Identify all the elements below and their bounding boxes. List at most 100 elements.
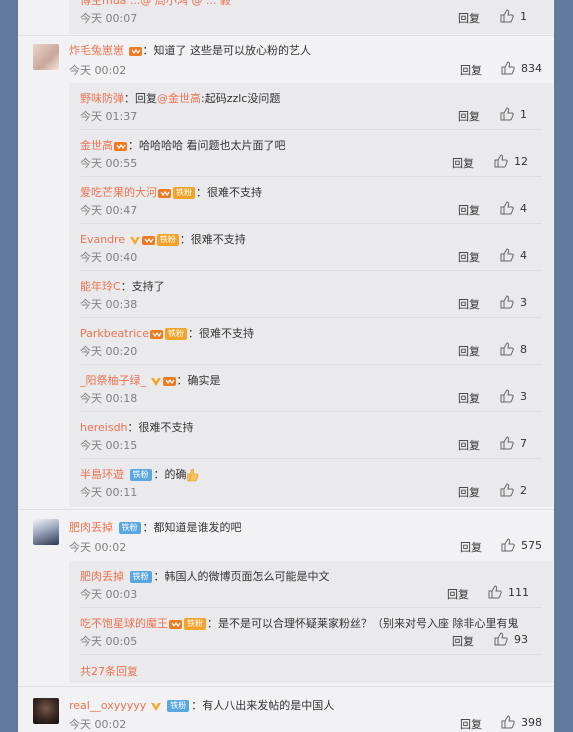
list-item: 金世高 ：哈哈哈哈 看问题也太片面了吧 今天 00:55 回复 12: [80, 130, 542, 177]
reply-button[interactable]: 回复: [460, 539, 482, 555]
reply-button[interactable]: 回复: [458, 10, 480, 26]
reply-time: 今天 00:05: [80, 635, 138, 648]
like-button[interactable]: 4: [500, 248, 527, 262]
comment-header: 肥肉丢掉 铁粉 ：都知道是谁发的吧: [69, 519, 242, 535]
like-count: 3: [520, 389, 527, 403]
reply-button[interactable]: 回复: [458, 108, 480, 124]
reply-button[interactable]: 回复: [452, 633, 474, 649]
comment-author[interactable]: 肥肉丢掉: [69, 521, 113, 534]
reply-author[interactable]: hereisdh: [80, 421, 128, 434]
reply-button[interactable]: 回复: [458, 484, 480, 500]
verified-v-icon: [150, 377, 161, 386]
vip-icon: [158, 188, 171, 198]
like-count: 12: [514, 154, 528, 168]
like-count: 111: [508, 585, 529, 599]
like-button[interactable]: 834: [501, 61, 542, 75]
reply-author[interactable]: Evandre: [80, 233, 125, 246]
reply-time: 今天 00:18: [80, 392, 138, 405]
thumbs-up-icon: [500, 201, 514, 215]
reply-button[interactable]: 回复: [458, 343, 480, 359]
reply-text: ：支持了: [120, 280, 165, 293]
avatar[interactable]: [33, 519, 59, 545]
like-button[interactable]: 2: [500, 483, 527, 497]
like-count: 7: [520, 436, 527, 450]
reply-time: 今天 00:03: [80, 588, 138, 601]
like-button[interactable]: 398: [501, 715, 542, 729]
list-item: 肥肉丢掉 铁粉 ：韩国人的微博页面怎么可能是中文 今天 00:03 回复 111: [80, 561, 542, 608]
thumbs-up-icon: [500, 9, 514, 23]
avatar[interactable]: [33, 44, 59, 70]
reply-button[interactable]: 回复: [460, 716, 482, 732]
reply-button[interactable]: 回复: [452, 155, 474, 171]
like-button[interactable]: 12: [494, 154, 528, 168]
reply-time: 今天 00:55: [80, 157, 138, 170]
vip-icon: [149, 329, 163, 339]
like-button[interactable]: 4: [500, 201, 527, 215]
like-button[interactable]: 93: [494, 632, 528, 646]
list-item: 野味防弹：回复@金世高:起码zzlc没问题 今天 01:37 回复 1: [80, 83, 542, 130]
thumbs-up-icon: [500, 342, 514, 356]
thumbs-up-icon: [501, 715, 515, 729]
comment-author[interactable]: real__oxyyyyy: [69, 699, 146, 712]
reply-button[interactable]: 回复: [458, 296, 480, 312]
list-item: 半島环遊 铁粉 ：的确 今天 00:11 回复 2: [80, 459, 542, 506]
reply-author[interactable]: 肥肉丢掉: [80, 570, 124, 583]
vip-icon: [162, 376, 176, 386]
fan-badge: 铁粉: [173, 187, 195, 199]
like-button[interactable]: 7: [500, 436, 527, 450]
list-item: 吃不饱星球的魔王 铁粉 ：是不是可以合理怀疑莱家粉丝？（别来对号入座 除非心里有鬼 …: [80, 608, 542, 655]
reply-text: ：的确: [153, 468, 187, 481]
vip-icon: [128, 46, 142, 56]
comment-time: 今天 00:02: [69, 541, 127, 554]
like-button[interactable]: 3: [500, 389, 527, 403]
comment-text: ：知道了 这些是可以放心粉的艺人: [142, 44, 312, 57]
like-button[interactable]: 1: [500, 107, 527, 121]
like-button[interactable]: 3: [500, 295, 527, 309]
reply-text: ：很难不支持: [127, 421, 194, 434]
reply-text: :起码zzlc没问题: [201, 92, 281, 105]
avatar[interactable]: [33, 698, 59, 724]
reply-author[interactable]: 野味防弹: [80, 92, 124, 105]
like-button[interactable]: 575: [501, 538, 542, 552]
reply-button[interactable]: 回复: [458, 202, 480, 218]
list-item: 爱吃芒果的大河 铁粉 ：很难不支持 今天 00:47 回复 4: [80, 177, 542, 224]
list-item: _阳祭柚子绿_ ：确实是 今天 00:18 回复 3: [80, 365, 542, 412]
reply-author[interactable]: 能年玲C: [80, 280, 121, 293]
verified-v-icon: [150, 702, 161, 711]
vip-icon: [141, 235, 155, 245]
reply-author[interactable]: _阳祭柚子绿_: [80, 374, 146, 387]
reply-time: 今天 00:47: [80, 204, 138, 217]
like-button[interactable]: 8: [500, 342, 527, 356]
reply-text: ：哈哈哈哈 看问题也太片面了吧: [128, 139, 286, 152]
comment-author[interactable]: 炸毛兔崽崽: [69, 44, 124, 57]
thumbs-up-icon: [501, 538, 515, 552]
comment-header: real__oxyyyyy 铁粉 ：有人八出来发帖的是中国人: [69, 697, 334, 713]
reply-time: 今天 00:11: [80, 486, 138, 499]
fan-badge: 铁粉: [164, 328, 187, 340]
reply-author[interactable]: 吃不饱星球的魔王: [80, 617, 168, 630]
reply-button[interactable]: 回复: [460, 62, 482, 78]
list-item: 能年玲C：支持了 今天 00:38 回复 3: [80, 271, 542, 318]
reply-button[interactable]: 回复: [458, 390, 480, 406]
fan-badge: 铁粉: [184, 618, 206, 630]
like-count: 3: [520, 295, 527, 309]
like-button[interactable]: 1: [500, 9, 527, 23]
partial-reply-row: 博主mua ...@ 周小鸿 @ ... 毅 今天 00:07 回复 1: [69, 0, 553, 34]
reply-author[interactable]: 爱吃芒果的大河: [80, 186, 157, 199]
reply-button[interactable]: 回复: [458, 249, 480, 265]
more-replies-link[interactable]: 共27条回复: [80, 663, 138, 679]
thumbs-up-icon: [500, 483, 514, 497]
thumbs-up-icon: [500, 248, 514, 262]
list-item: hereisdh：很难不支持 今天 00:15 回复 7: [80, 412, 542, 459]
reply-author[interactable]: Parkbeatrice: [80, 327, 149, 340]
reply-time: 今天 00:20: [80, 345, 138, 358]
reply-text: ：很难不支持: [179, 233, 246, 246]
reply-button[interactable]: 回复: [458, 437, 480, 453]
mention-link[interactable]: @金世高: [157, 92, 201, 105]
reply-author[interactable]: 金世高: [80, 139, 113, 152]
like-count: 834: [521, 61, 542, 75]
thumbs-up-icon: [501, 61, 515, 75]
like-button[interactable]: 111: [488, 585, 529, 599]
reply-button[interactable]: 回复: [447, 586, 469, 602]
reply-author[interactable]: 半島环遊: [80, 468, 124, 481]
